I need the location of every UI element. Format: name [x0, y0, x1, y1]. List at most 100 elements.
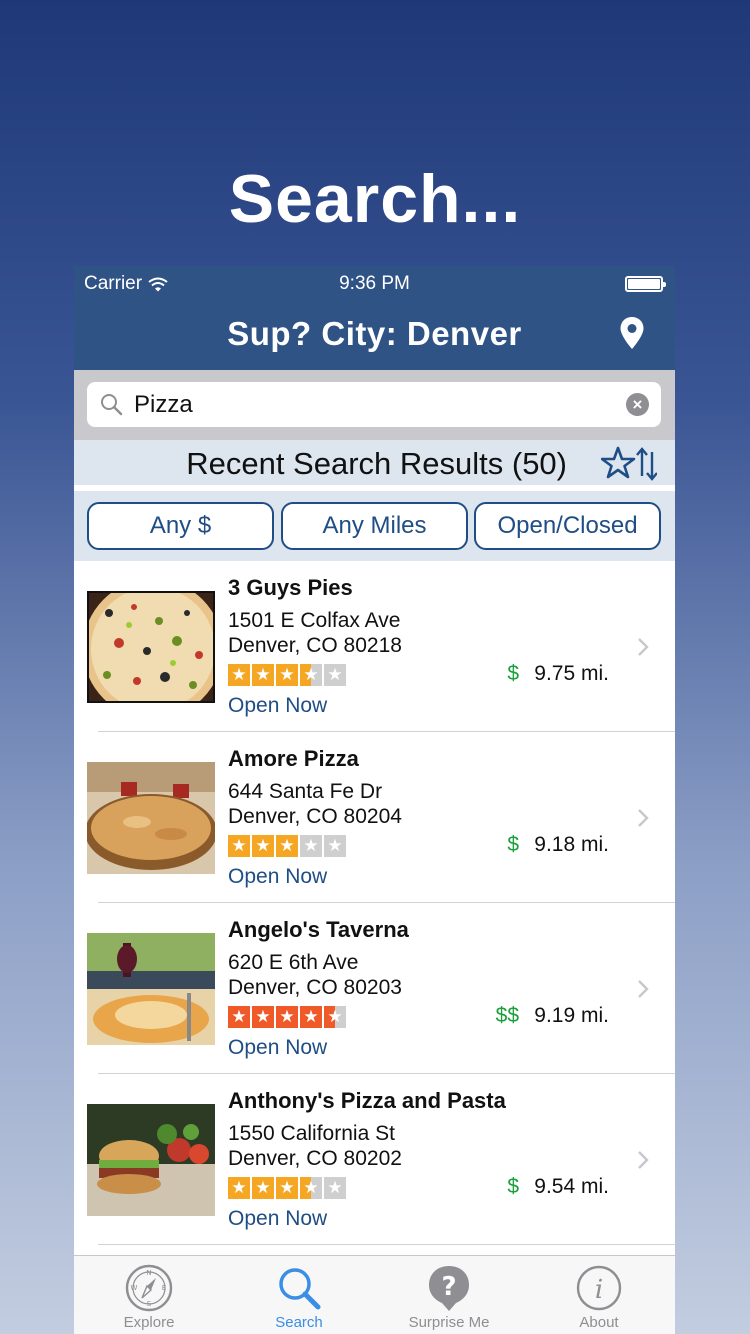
- open-status: Open Now: [228, 1207, 328, 1230]
- star-icon: ★: [300, 1006, 322, 1028]
- location-pin-icon[interactable]: [619, 316, 645, 350]
- chevron-right-icon: [638, 1151, 649, 1169]
- price-level: $: [507, 1175, 519, 1198]
- search-input[interactable]: Pizza ×: [87, 382, 661, 427]
- star-icon: ★: [252, 1177, 274, 1199]
- list-item[interactable]: Angelo's Taverna 620 E 6th Ave Denver, C…: [74, 903, 675, 1074]
- restaurant-name: Angelo's Taverna: [228, 917, 409, 942]
- restaurant-address-line2: Denver, CO 80202: [228, 1147, 402, 1170]
- restaurant-address-line2: Denver, CO 80218: [228, 634, 402, 657]
- star-icon: ★: [252, 1006, 274, 1028]
- results-list: 3 Guys Pies 1501 E Colfax Ave Denver, CO…: [74, 561, 675, 1245]
- restaurant-photo: [87, 1104, 215, 1216]
- star-icon: ★: [324, 835, 346, 857]
- results-title: Recent Search Results (50): [186, 446, 567, 481]
- star-icon: ★: [300, 835, 322, 857]
- restaurant-address-line2: Denver, CO 80204: [228, 805, 402, 828]
- tab-label: Search: [275, 1314, 323, 1331]
- tab-search[interactable]: Search: [224, 1256, 374, 1334]
- star-icon: ★: [228, 1177, 250, 1199]
- star-icon: ★: [324, 1006, 346, 1028]
- chevron-right-icon: [638, 638, 649, 656]
- star-icon: ★: [300, 1177, 322, 1199]
- list-item[interactable]: Amore Pizza 644 Santa Fe Dr Denver, CO 8…: [74, 732, 675, 903]
- star-icon: ★: [252, 664, 274, 686]
- open-closed-filter-button[interactable]: Open/Closed: [474, 502, 661, 550]
- distance-filter-button[interactable]: Any Miles: [281, 502, 468, 550]
- rating-stars: ★ ★ ★ ★ ★: [228, 835, 346, 857]
- price-level: $: [507, 662, 519, 685]
- svg-text:?: ?: [441, 1272, 456, 1302]
- rating-stars: ★ ★ ★ ★ ★: [228, 664, 346, 686]
- distance: 9.19 mi.: [534, 1004, 609, 1027]
- star-icon: ★: [228, 1006, 250, 1028]
- promo-title: Search...: [228, 161, 522, 237]
- open-status: Open Now: [228, 1036, 328, 1059]
- rating-stars: ★ ★ ★ ★ ★: [228, 1006, 346, 1028]
- price-level: $$: [495, 1004, 519, 1027]
- filter-bar: Any $ Any Miles Open/Closed: [74, 491, 675, 561]
- status-bar: Carrier 9:36 PM: [74, 266, 675, 302]
- info-icon: i: [576, 1265, 622, 1311]
- restaurant-address-line2: Denver, CO 80203: [228, 976, 402, 999]
- star-icon: ★: [324, 664, 346, 686]
- star-icon: ★: [228, 664, 250, 686]
- search-area: Pizza ×: [74, 370, 675, 440]
- tab-bar: N S W E Explore Search ? Surprise Me i A…: [74, 1255, 675, 1334]
- list-item[interactable]: Anthony's Pizza and Pasta 1550 Californi…: [74, 1074, 675, 1245]
- distance: 9.18 mi.: [534, 833, 609, 856]
- open-status: Open Now: [228, 865, 328, 888]
- list-item[interactable]: 3 Guys Pies 1501 E Colfax Ave Denver, CO…: [74, 561, 675, 732]
- tab-label: Explore: [123, 1314, 175, 1331]
- restaurant-address-line1: 1501 E Colfax Ave: [228, 609, 401, 632]
- star-icon: ★: [276, 1006, 298, 1028]
- phone-screen: Carrier 9:36 PM Sup? City: Denver Pizza …: [74, 266, 675, 1334]
- restaurant-address-line1: 644 Santa Fe Dr: [228, 780, 383, 803]
- search-query[interactable]: Pizza: [134, 391, 193, 419]
- battery-icon: [625, 276, 666, 292]
- restaurant-name: Anthony's Pizza and Pasta: [228, 1088, 506, 1113]
- tab-label: Surprise Me: [408, 1314, 490, 1331]
- restaurant-name: Amore Pizza: [228, 746, 359, 771]
- navigation-bar: Sup? City: Denver: [74, 302, 675, 370]
- search-icon: [279, 1268, 321, 1310]
- distance: 9.54 mi.: [534, 1175, 609, 1198]
- svg-text:S: S: [147, 1300, 152, 1308]
- svg-text:W: W: [131, 1284, 138, 1292]
- carrier-label: Carrier: [84, 273, 143, 294]
- star-icon: ★: [276, 835, 298, 857]
- star-icon: ★: [228, 835, 250, 857]
- city-title[interactable]: Sup? City: Denver: [74, 315, 675, 353]
- svg-text:N: N: [146, 1269, 151, 1277]
- star-sort-icon[interactable]: [601, 446, 657, 482]
- search-icon: [101, 394, 123, 416]
- wifi-icon: [148, 277, 168, 291]
- restaurant-address-line1: 1550 California St: [228, 1122, 395, 1145]
- tab-about[interactable]: i About: [524, 1256, 674, 1334]
- price-filter-button[interactable]: Any $: [87, 502, 274, 550]
- open-status: Open Now: [228, 694, 328, 717]
- tab-label: About: [579, 1314, 619, 1331]
- chevron-right-icon: [638, 809, 649, 827]
- carrier-info: Carrier: [84, 273, 168, 295]
- question-bubble-icon: ?: [429, 1266, 469, 1311]
- compass-icon: N S W E: [125, 1264, 173, 1312]
- star-icon: ★: [300, 664, 322, 686]
- tab-surprise-me[interactable]: ? Surprise Me: [374, 1256, 524, 1334]
- star-icon: ★: [276, 664, 298, 686]
- rating-stars: ★ ★ ★ ★ ★: [228, 1177, 346, 1199]
- restaurant-photo: [87, 591, 215, 703]
- price-level: $: [507, 833, 519, 856]
- results-header: Recent Search Results (50): [74, 440, 675, 488]
- svg-text:E: E: [162, 1284, 166, 1292]
- clear-icon[interactable]: ×: [626, 393, 649, 416]
- star-icon: ★: [276, 1177, 298, 1199]
- distance: 9.75 mi.: [534, 662, 609, 685]
- tab-explore[interactable]: N S W E Explore: [74, 1256, 224, 1334]
- restaurant-photo: [87, 762, 215, 874]
- chevron-right-icon: [638, 980, 649, 998]
- star-icon: ★: [324, 1177, 346, 1199]
- star-icon: ★: [252, 835, 274, 857]
- restaurant-address-line1: 620 E 6th Ave: [228, 951, 359, 974]
- svg-text:i: i: [595, 1275, 603, 1305]
